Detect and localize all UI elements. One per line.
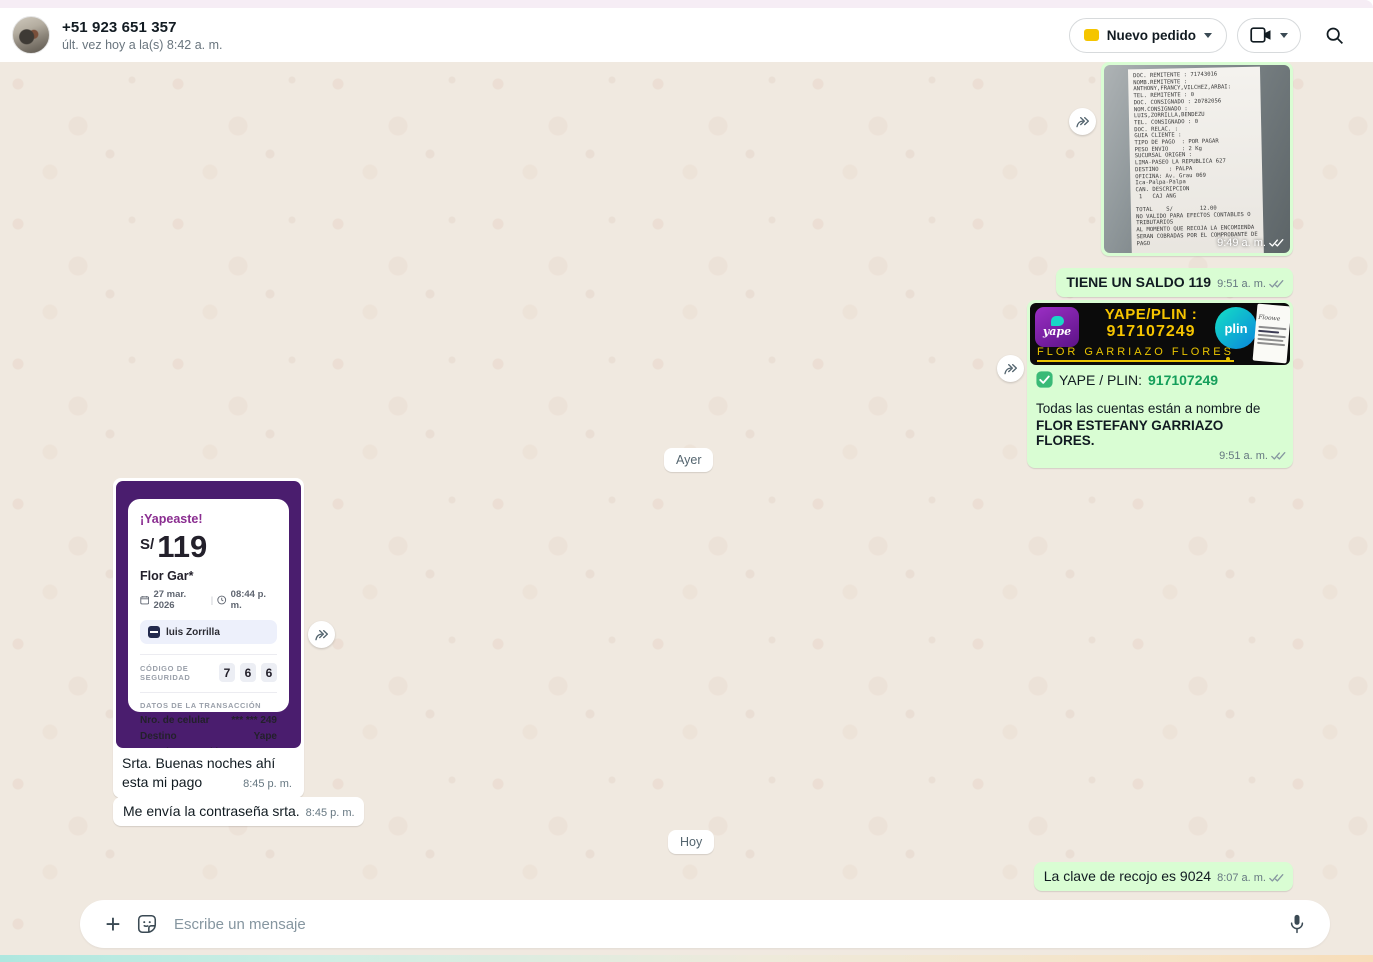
delivered-ticks-icon [1269, 873, 1284, 883]
message-meta: 9:49 a. m. [1217, 237, 1284, 249]
payee-name: Flor Gar* [140, 569, 277, 583]
forward-button[interactable] [308, 621, 335, 648]
delivered-ticks-icon [1271, 451, 1286, 461]
chat-messages-area: DOC. REMITENTE : 71743016 NOMB.REMITENTE… [0, 62, 1373, 955]
banner-phone: 917107249 [1086, 323, 1216, 341]
plin-logo: plin [1215, 307, 1257, 349]
chat-header: +51 923 651 357 últ. vez hoy a la(s) 8:4… [0, 8, 1373, 62]
search-icon [1324, 25, 1345, 46]
message-meta: 9:51 a. m. [1217, 278, 1284, 290]
new-order-button[interactable]: Nuevo pedido [1069, 18, 1227, 53]
message-password-request: Me envía la contraseña srta. 8:45 p. m. [113, 797, 364, 826]
message-input[interactable] [174, 916, 1280, 933]
chevron-down-icon [1280, 33, 1288, 38]
banner-owner-name: FLOR GARRIAZO FLORES [1037, 346, 1234, 362]
background-window-edge [0, 955, 1373, 962]
window-top-strip [0, 0, 1373, 8]
receipt-paper: DOC. REMITENTE : 71743016 NOMB.REMITENTE… [1128, 67, 1264, 253]
message-meta: 8:45 p. m. [306, 807, 355, 819]
tx-row-destination: DestinoYape [140, 731, 277, 742]
payer-chip: luis Zorrilla [140, 620, 277, 644]
message-text: La clave de recojo es 9024 [1044, 868, 1211, 884]
plus-icon: + [105, 911, 120, 937]
calendar-icon [140, 595, 149, 605]
banner-dot [1226, 357, 1230, 361]
forward-icon [1003, 362, 1019, 376]
yape-wordmark: yape [1043, 325, 1071, 338]
tx-row-operation: Nro. de operación26766766 [140, 747, 277, 748]
forward-icon [1075, 115, 1091, 129]
yape-line-prefix: YAPE / PLIN: [1059, 372, 1142, 388]
yape-plin-banner-image[interactable]: yape YAPE/PLIN : 917107249 plin FLOR GAR… [1030, 303, 1290, 365]
emoji-sticker-button[interactable] [130, 907, 164, 941]
transaction-data-label: DATOS DE LA TRANSACCIÓN [140, 701, 277, 710]
message-text: TIENE UN SALDO 119 [1066, 274, 1211, 290]
attach-button[interactable]: + [96, 907, 130, 941]
new-order-label: Nuevo pedido [1107, 28, 1196, 43]
message-time: 9:49 a. m. [1217, 237, 1266, 249]
yape-cheer: ¡Yapeaste! [140, 512, 277, 526]
video-call-button[interactable] [1237, 18, 1301, 53]
forward-button[interactable] [1069, 108, 1096, 135]
mini-receipt-graphic: Floowe [1253, 304, 1290, 364]
search-button[interactable] [1317, 18, 1351, 52]
receipt-text: DOC. REMITENTE : 71743016 NOMB.REMITENTE… [1133, 71, 1259, 248]
last-seen-status: últ. vez hoy a la(s) 8:42 a. m. [62, 38, 223, 52]
message-time: 8:45 p. m. [306, 807, 355, 819]
plin-wordmark: plin [1224, 321, 1247, 336]
chevron-down-icon [1204, 33, 1212, 38]
message-text: Me envía la contraseña srta. [123, 803, 300, 819]
video-camera-icon [1250, 27, 1272, 43]
message-photo-receipt: DOC. REMITENTE : 71743016 NOMB.REMITENTE… [1101, 62, 1293, 256]
tx-row-phone: Nro. de celular*** *** 249 [140, 715, 277, 726]
message-composer: + [80, 900, 1330, 948]
contact-name: +51 923 651 357 [62, 19, 223, 36]
contact-info[interactable]: +51 923 651 357 últ. vez hoy a la(s) 8:4… [62, 19, 223, 52]
security-code-row: CÓDIGO DE SEGURIDAD 7 6 6 [140, 663, 277, 682]
sticker-smiley-icon [136, 913, 158, 935]
account-owner-name: FLOR ESTEFANY GARRIAZO FLORES. [1036, 418, 1284, 448]
yape-logo: yape [1035, 307, 1079, 347]
message-meta: 9:51 a. m. [1219, 450, 1286, 462]
delivered-ticks-icon [1269, 279, 1284, 289]
shipping-receipt-image[interactable]: DOC. REMITENTE : 71743016 NOMB.REMITENTE… [1104, 65, 1290, 253]
forward-icon [314, 628, 330, 642]
message-time: 9:51 a. m. [1219, 450, 1268, 462]
yape-phone-number[interactable]: 917107249 [1148, 372, 1218, 388]
contact-avatar[interactable] [12, 16, 50, 54]
forward-button[interactable] [997, 355, 1024, 382]
message-time: 9:51 a. m. [1217, 278, 1266, 290]
yape-receipt-image[interactable]: ¡Yapeaste! S/ 119 Flor Gar* 27 mar. 2026… [116, 481, 301, 748]
check-emoji-icon [1036, 371, 1053, 388]
message-meta: 8:07 a. m. [1217, 872, 1284, 884]
message-meta: 8:45 p. m. [243, 778, 292, 790]
message-yape-info: yape YAPE/PLIN : 917107249 plin FLOR GAR… [1027, 300, 1293, 468]
message-time: 8:07 a. m. [1217, 872, 1266, 884]
microphone-icon [1287, 913, 1307, 935]
banner-text: YAPE/PLIN : 917107249 [1086, 306, 1216, 341]
accounts-note: Todas las cuentas están a nombre de [1036, 400, 1284, 418]
tag-icon [1084, 29, 1099, 41]
date-divider-yesterday: Ayer [664, 448, 713, 472]
security-code-label: CÓDIGO DE SEGURIDAD [140, 664, 219, 682]
bank-card-icon [148, 626, 160, 638]
banner-title: YAPE/PLIN : [1086, 306, 1216, 323]
message-caption: Srta. Buenas noches ahí esta mi pago 8:4… [116, 748, 301, 798]
message-text-block: YAPE / PLIN: 917107249 Todas las cuentas… [1030, 365, 1290, 448]
message-yape-receipt: ¡Yapeaste! S/ 119 Flor Gar* 27 mar. 2026… [113, 478, 304, 798]
payment-datetime: 27 mar. 2026 | 08:44 p. m. [140, 589, 277, 611]
clock-icon [217, 595, 226, 605]
message-time: 8:45 p. m. [243, 778, 292, 790]
whatsapp-window: +51 923 651 357 últ. vez hoy a la(s) 8:4… [0, 0, 1373, 962]
delivered-ticks-icon [1269, 238, 1284, 248]
security-code-digits: 7 6 6 [219, 663, 277, 682]
voice-record-button[interactable] [1280, 907, 1314, 941]
mini-receipt-title: Floowe [1258, 314, 1281, 323]
message-pickup-key: La clave de recojo es 9024 8:07 a. m. [1034, 862, 1293, 891]
message-saldo: TIENE UN SALDO 119 9:51 a. m. [1056, 268, 1293, 297]
payer-name: luis Zorrilla [166, 627, 220, 638]
date-divider-today: Hoy [668, 830, 714, 854]
payment-amount: S/ 119 [140, 532, 277, 562]
yape-receipt-card: ¡Yapeaste! S/ 119 Flor Gar* 27 mar. 2026… [128, 499, 289, 712]
